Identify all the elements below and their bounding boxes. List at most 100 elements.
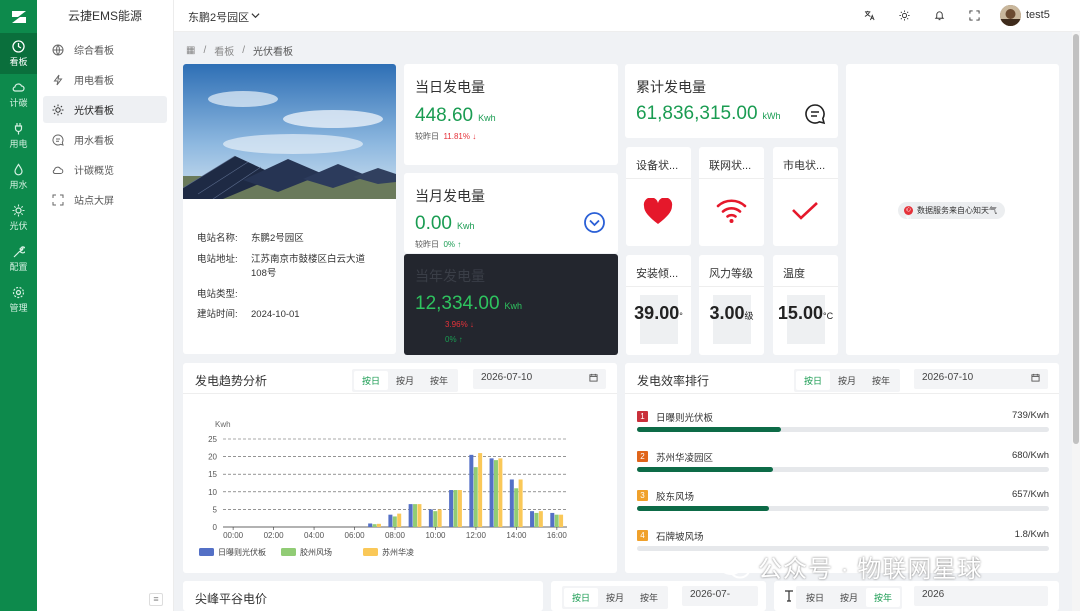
- rail-item-3[interactable]: 用水: [0, 156, 37, 197]
- expand-down-icon[interactable]: [583, 211, 606, 234]
- fullscreen-button[interactable]: [965, 6, 984, 25]
- x-tick-label: 06:00: [345, 531, 366, 540]
- tab-day[interactable]: 按日: [798, 588, 832, 607]
- page-scrollbar[interactable]: [1072, 32, 1080, 611]
- bar-日曝则光伏板-15:00: [530, 511, 535, 527]
- rank-name: 苏州华凌园区: [656, 452, 714, 464]
- arrow-up-icon: ↑: [457, 240, 462, 249]
- weather-logo-icon: 心知: [904, 206, 913, 222]
- rail-item-6[interactable]: 管理: [0, 279, 37, 320]
- rank-progress-fill: [637, 466, 773, 472]
- trend-title: 发电趋势分析: [195, 374, 268, 388]
- chevron-down-icon[interactable]: [251, 11, 260, 20]
- tab-month[interactable]: 按月: [598, 588, 632, 607]
- x-tick-label: 04:00: [304, 531, 325, 540]
- tab-year[interactable]: 按年: [422, 371, 456, 390]
- bar-胶州风场-14:00: [514, 488, 519, 527]
- scrollbar-thumb[interactable]: [1073, 34, 1079, 444]
- sidebar-item-4[interactable]: 计碳概览: [43, 156, 167, 183]
- tab-day[interactable]: 按日: [564, 588, 599, 607]
- bar-日曝则光伏板-07:00: [368, 523, 373, 527]
- rail-item-label: 用水: [9, 179, 28, 190]
- message-icon[interactable]: [804, 103, 826, 125]
- rail-item-4[interactable]: 光伏: [0, 197, 37, 238]
- translate-button[interactable]: [860, 6, 879, 25]
- total-generation-card: 累计发电量 61,836,315.00 kWh: [625, 64, 838, 138]
- bar-胶州风场-09:00: [413, 504, 418, 527]
- daily-generation-card: 当日发电量 448.60 Kwh 较昨日 11.81% ↓: [404, 64, 618, 165]
- tab-month[interactable]: 按月: [832, 588, 866, 607]
- tab-year[interactable]: 按年: [632, 588, 666, 607]
- rank-progress-track: [637, 427, 1049, 432]
- daily-compare-value: 11.81%: [443, 132, 470, 141]
- weather-source-badge[interactable]: 心知 数据服务来自心知天气: [898, 202, 1005, 222]
- rail-item-5[interactable]: 配置: [0, 238, 37, 279]
- app-logo[interactable]: [0, 0, 37, 33]
- tab-year[interactable]: 按年: [864, 371, 898, 390]
- ranking-date-picker[interactable]: 2026-07-10: [914, 369, 1048, 389]
- tilt-angle-unit: °: [679, 311, 683, 321]
- tab-month[interactable]: 按月: [388, 371, 422, 390]
- station-name-value: 东鹏2号园区: [251, 233, 304, 244]
- rail-item-1[interactable]: 计碳: [0, 74, 37, 115]
- username[interactable]: test5: [1026, 9, 1050, 21]
- bar-苏州华凌-15:00: [538, 511, 543, 527]
- tab-month[interactable]: 按月: [830, 371, 864, 390]
- chat-icon: [52, 133, 64, 146]
- bar-胶州风场-10:00: [433, 511, 438, 527]
- nav-rail: 看板计碳 用电用水光伏 配置 管理: [0, 0, 37, 611]
- yearly-generation-card: 当年发电量 12,334.00 Kwh 3.96% ↓ 0% ↑: [404, 254, 618, 355]
- bar-苏州华凌-13:00: [498, 458, 503, 527]
- rank-value: 1.8/Kwh: [1014, 528, 1049, 540]
- wind-level-unit: 级: [744, 311, 754, 321]
- tab-day[interactable]: 按日: [354, 371, 389, 390]
- breadcrumb-item[interactable]: 看板: [214, 43, 234, 58]
- dashboard-icon: [12, 39, 25, 53]
- rank-badge: 3: [637, 490, 648, 501]
- yearly-value-number: 12,334.00: [415, 293, 500, 314]
- trend-range-tabs: 按日 按月 按年: [352, 369, 459, 392]
- x-tick-label: 08:00: [385, 531, 406, 540]
- legend-swatch: [281, 548, 296, 556]
- trend-date-value: 2026-07-10: [481, 372, 533, 383]
- rank-name: 胶东风场: [656, 492, 695, 503]
- solar-panel-image: [183, 64, 396, 199]
- collapse-sidebar-button[interactable]: ≡: [149, 593, 163, 606]
- rail-item-label: 看板: [9, 56, 28, 67]
- rank-name: 石牌坡风场: [656, 531, 704, 543]
- tab-day[interactable]: 按日: [796, 371, 831, 390]
- peak-date-picker[interactable]: 2026-07-: [682, 586, 758, 606]
- y-tick-label: 20: [208, 453, 217, 462]
- rail-item-2[interactable]: 用电: [0, 115, 37, 156]
- breadcrumb: ▦ / 看板 / 光伏看板: [186, 43, 293, 58]
- avatar-image: [1000, 5, 1021, 26]
- total-value: 61,836,315.00 kWh: [636, 103, 781, 125]
- sidebar-item-3[interactable]: 用水看板: [43, 126, 167, 153]
- avatar[interactable]: [1000, 5, 1021, 26]
- trend-chart: Kwh 0 5 10 15 20 25 00:00 02:00 04:00 06:00 08:00 10…: [199, 420, 567, 557]
- park-selector[interactable]: 东鹏2号园区: [188, 9, 249, 25]
- bar-苏州华凌-07:00: [376, 523, 381, 527]
- trend-date-picker[interactable]: 2026-07-10: [473, 369, 606, 389]
- sidebar-item-0[interactable]: 综合看板: [43, 36, 167, 63]
- total-title: 累计发电量: [636, 79, 706, 95]
- total-value-number: 61,836,315.00: [636, 103, 758, 124]
- notification-button[interactable]: [930, 6, 949, 25]
- sidebar-item-5[interactable]: 站点大屏: [43, 186, 167, 213]
- bar-日曝则光伏板-10:00: [428, 509, 433, 527]
- daily-value-number: 448.60: [415, 105, 474, 126]
- home-icon[interactable]: ▦: [186, 45, 195, 56]
- weather-card: 心知 数据服务来自心知天气: [846, 64, 1059, 355]
- sidebar-item-1[interactable]: 用电看板: [43, 66, 167, 93]
- peak-range-tabs: 按日 按月 按年: [562, 586, 669, 609]
- monthly-value: 0.00 Kwh: [415, 213, 475, 235]
- rank-badge: 4: [637, 529, 648, 541]
- watermark-text: 公众号 · 物联网星球: [758, 556, 983, 583]
- watermark: 公众号 · 物联网星球: [718, 549, 982, 584]
- bottom-date-picker[interactable]: 2026: [914, 586, 1048, 606]
- sun-icon: [52, 104, 64, 115]
- tab-year[interactable]: 按年: [866, 588, 901, 607]
- rail-item-0[interactable]: 看板: [0, 33, 37, 74]
- theme-button[interactable]: [895, 6, 914, 25]
- sidebar-item-2[interactable]: 光伏看板: [43, 96, 167, 123]
